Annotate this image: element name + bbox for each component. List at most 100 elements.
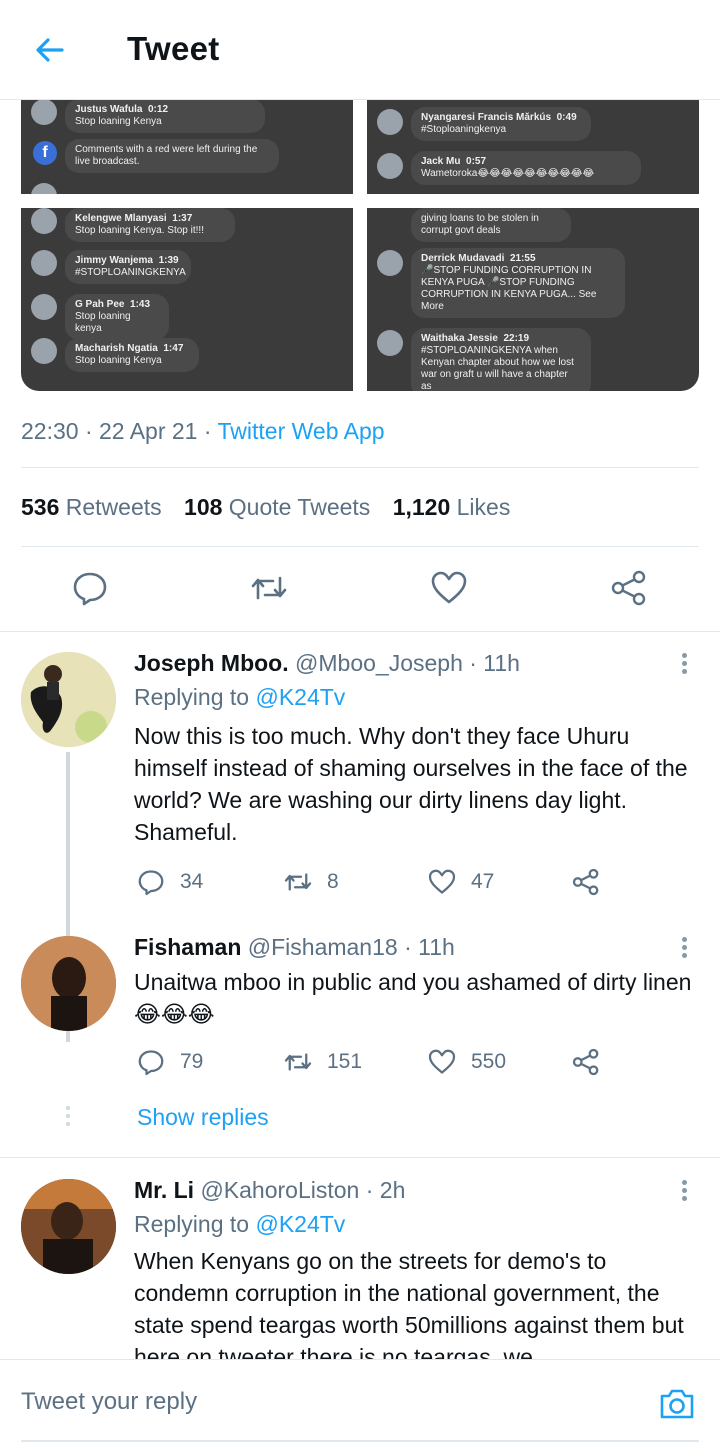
retweet-button[interactable]	[249, 568, 289, 608]
retweet-count: 8	[327, 870, 339, 893]
live-comment: Nyangaresi Francis Mărkús 0:49 #Stoploan…	[411, 107, 591, 141]
media-grid[interactable]: Justus Wafula 0:12 Stop loaning Kenya f …	[21, 99, 699, 391]
engagement-stats: 536 Retweets 108 Quote Tweets 1,120 Like…	[21, 494, 510, 521]
more-options-button[interactable]	[674, 934, 694, 964]
quote-tweets-stat[interactable]: 108 Quote Tweets	[184, 494, 370, 520]
avatar[interactable]	[21, 1179, 116, 1274]
facebook-icon: f	[33, 141, 57, 165]
tweet-actions	[0, 568, 720, 612]
divider	[21, 467, 699, 468]
show-replies-link[interactable]: Show replies	[137, 1104, 269, 1131]
commenter-avatar	[31, 338, 57, 364]
reply-time: · 11h	[404, 934, 455, 960]
live-comment: Justus Wafula 0:12 Stop loaning Kenya	[65, 99, 265, 133]
reply-tweet[interactable]: Mr. Li @KahoroListon · 2h Replying to @K…	[0, 1175, 720, 1359]
share-icon	[572, 1048, 599, 1076]
like-button[interactable]	[429, 568, 469, 608]
tweet-timestamp: 22:30 · 22 Apr 21 · Twitter Web App	[21, 418, 385, 445]
avatar-image	[21, 1179, 116, 1274]
mention-link[interactable]: @K24Tv	[255, 1211, 345, 1237]
likes-stat[interactable]: 1,120 Likes	[393, 494, 511, 520]
reply-text: Unaitwa mboo in public and you ashamed o…	[134, 969, 692, 1027]
live-comment: Kelengwe Mlanyasi 1:37 Stop loaning Keny…	[65, 208, 235, 242]
retweet-button[interactable]: 8	[283, 866, 339, 898]
display-name[interactable]: Fishaman	[134, 934, 241, 960]
live-comment: Jack Mu 0:57 Wametoroka😂😂😂😂😂😂😂😂😂😂	[411, 151, 641, 185]
like-count: 47	[471, 870, 495, 893]
share-button[interactable]	[571, 866, 601, 898]
like-icon	[428, 1049, 456, 1074]
commenter-avatar	[377, 330, 403, 356]
more-options-button[interactable]	[674, 650, 694, 680]
reply-header: Joseph Mboo. @Mboo_Joseph · 11h	[134, 650, 520, 677]
reply-time: · 2h	[365, 1177, 406, 1203]
mention-link[interactable]: @K24Tv	[255, 684, 345, 710]
like-icon	[431, 571, 467, 604]
top-bar: Tweet	[0, 0, 720, 100]
camera-button[interactable]	[658, 1386, 696, 1422]
commenter-avatar	[31, 250, 57, 276]
reply-header: Mr. Li @KahoroListon · 2h	[134, 1177, 405, 1204]
avatar-image	[21, 936, 116, 1031]
live-comment: Derrick Mudavadi 21:55 🎤STOP FUNDING COR…	[411, 248, 625, 318]
media-image-3[interactable]: Kelengwe Mlanyasi 1:37 Stop loaning Keny…	[21, 208, 353, 391]
commenter-avatar	[31, 99, 57, 125]
retweet-icon	[251, 576, 287, 600]
live-comment: Macharish Ngatia 1:47 Stop loaning Kenya	[65, 338, 199, 372]
reply-header: Fishaman @Fishaman18 · 11h	[134, 934, 455, 961]
display-name[interactable]: Mr. Li	[134, 1177, 194, 1203]
source-link[interactable]: Twitter Web App	[218, 418, 385, 444]
composer-underline	[21, 1440, 699, 1442]
retweet-icon	[284, 1053, 312, 1071]
reply-icon	[138, 870, 164, 896]
like-icon	[428, 869, 456, 894]
reply-composer	[0, 1359, 720, 1449]
commenter-avatar	[377, 109, 403, 135]
live-comment: G Pah Pee 1:43 Stop loaning kenya	[65, 294, 169, 340]
like-button[interactable]: 47	[427, 866, 494, 898]
divider	[21, 546, 699, 547]
share-icon	[611, 570, 646, 606]
reply-button[interactable]	[70, 568, 110, 608]
reply-tweet[interactable]: Fishaman @Fishaman18 · 11h Unaitwa mboo …	[0, 932, 720, 1112]
live-comment: giving loans to be stolen in corrupt gov…	[411, 208, 571, 242]
reply-text: When Kenyans go on the streets for demo'…	[134, 1248, 684, 1359]
commenter-avatar	[31, 183, 57, 194]
avatar[interactable]	[21, 652, 116, 747]
commenter-avatar	[31, 294, 57, 320]
share-button[interactable]	[609, 568, 649, 608]
reply-count: 79	[180, 1050, 204, 1073]
retweets-stat[interactable]: 536 Retweets	[21, 494, 162, 520]
reply-time: · 11h	[469, 650, 520, 676]
media-image-4[interactable]: giving loans to be stolen in corrupt gov…	[367, 208, 699, 391]
divider	[0, 1157, 720, 1158]
reply-icon	[73, 572, 107, 606]
commenter-avatar	[377, 153, 403, 179]
camera-icon	[660, 1389, 694, 1419]
live-comment: Waithaka Jessie 22:19 #STOPLOANINGKENYA …	[411, 328, 591, 391]
avatar-image	[21, 652, 116, 747]
like-button[interactable]: 550	[427, 1046, 506, 1078]
share-button[interactable]	[571, 1046, 601, 1078]
media-image-1[interactable]: Justus Wafula 0:12 Stop loaning Kenya f …	[21, 99, 353, 194]
display-name[interactable]: Joseph Mboo.	[134, 650, 289, 676]
tweet-reply-input[interactable]	[21, 1388, 621, 1416]
more-options-button[interactable]	[674, 1177, 694, 1207]
reply-icon	[138, 1050, 164, 1076]
retweet-button[interactable]: 151	[283, 1046, 362, 1078]
reply-button[interactable]: 79	[136, 1046, 203, 1078]
username[interactable]: @KahoroListon	[200, 1177, 359, 1203]
username[interactable]: @Fishaman18	[248, 934, 398, 960]
commenter-avatar	[377, 250, 403, 276]
thread-dots	[66, 1106, 70, 1128]
media-image-2[interactable]: Nyangaresi Francis Mărkús 0:49 #Stoploan…	[367, 99, 699, 194]
reply-button[interactable]: 34	[136, 866, 203, 898]
back-button[interactable]	[30, 30, 70, 70]
live-comment-notice: Comments with a red were left during the…	[65, 139, 279, 173]
username[interactable]: @Mboo_Joseph	[295, 650, 463, 676]
reply-tweet[interactable]: Joseph Mboo. @Mboo_Joseph · 11h Replying…	[0, 648, 720, 1042]
page-title: Tweet	[127, 30, 220, 67]
replying-to: Replying to @K24Tv	[134, 1211, 346, 1237]
avatar[interactable]	[21, 936, 116, 1031]
reply-count: 34	[180, 870, 204, 893]
